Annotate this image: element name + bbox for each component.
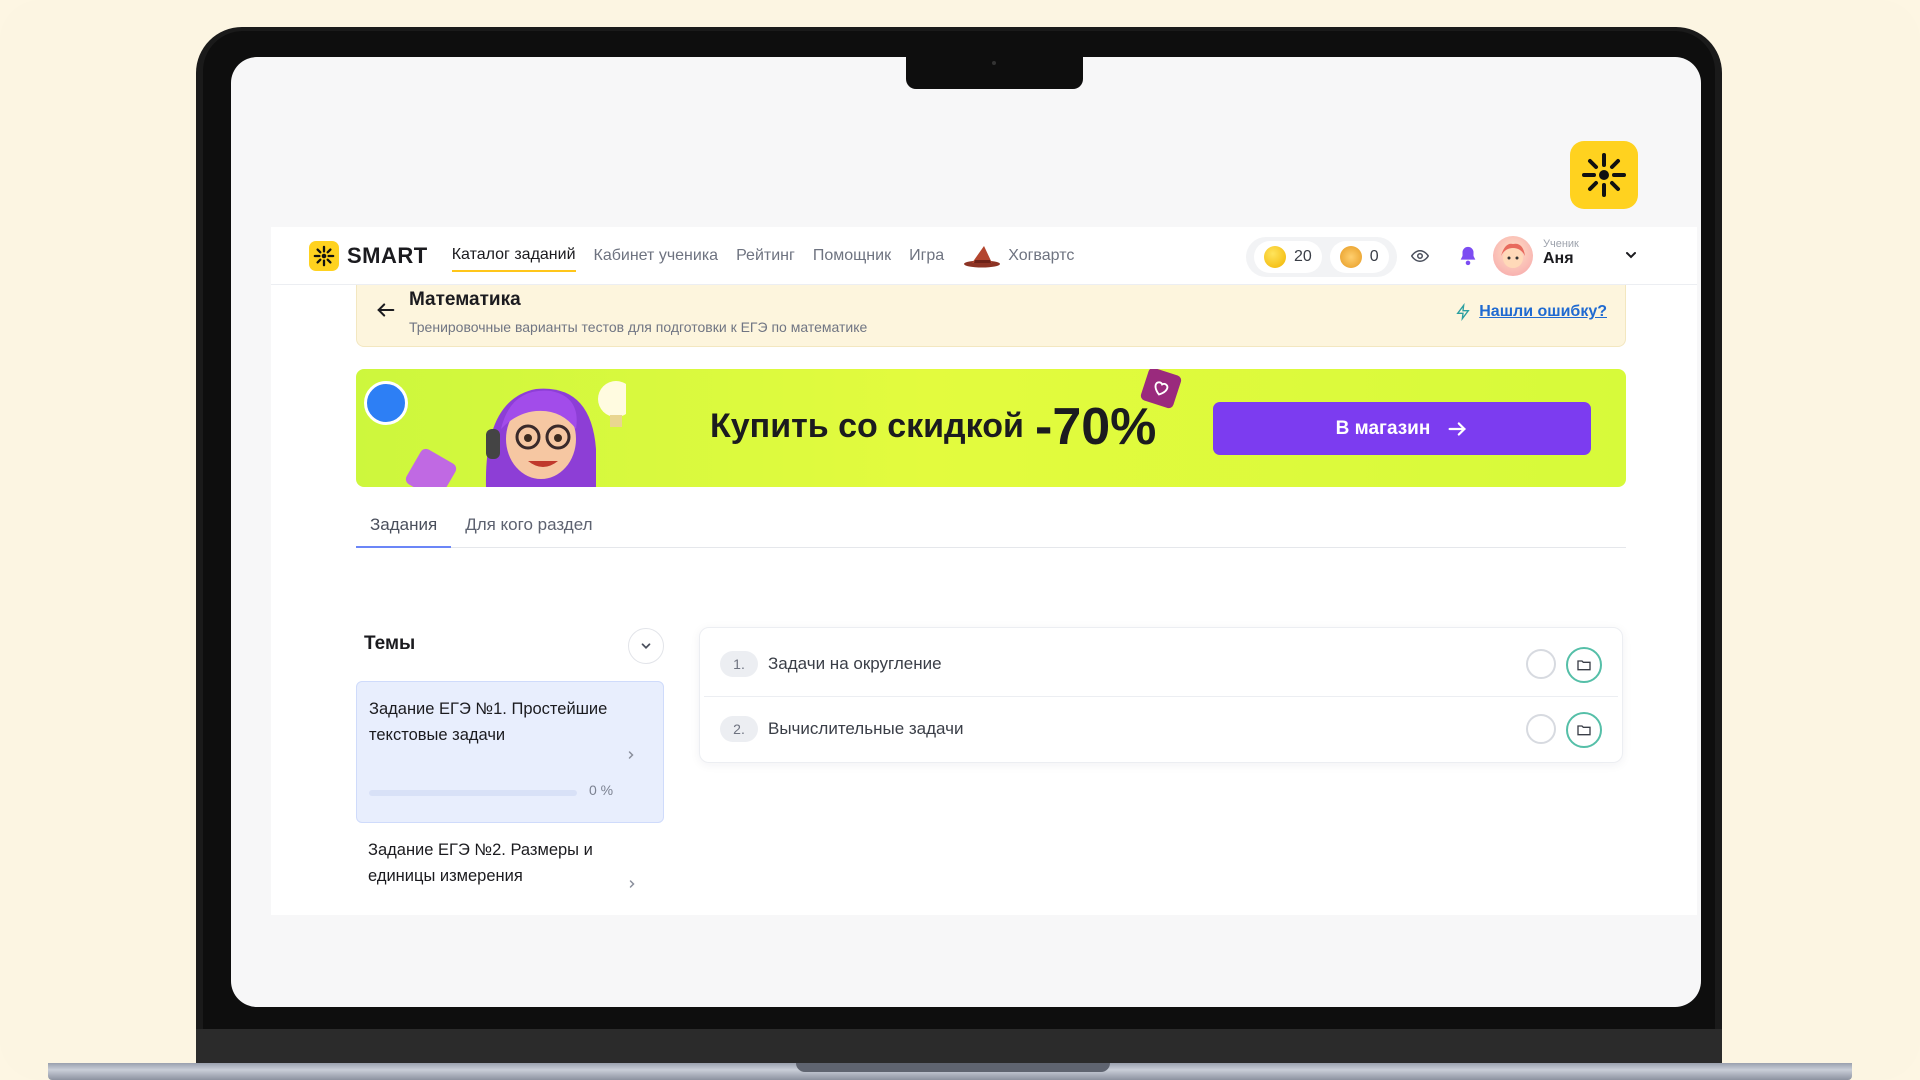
nav-item-catalog[interactable]: Каталог заданий <box>451 240 576 272</box>
camera <box>992 61 996 65</box>
sun-icon <box>1582 153 1626 197</box>
chevron-down-icon <box>1626 252 1636 259</box>
folder-icon <box>1577 725 1591 736</box>
topics-heading: Темы <box>364 633 416 654</box>
tasks-list: 1. Задачи на округление 2. Вычислительны… <box>699 627 1623 763</box>
coins-counter[interactable]: 20 <box>1254 241 1322 273</box>
task-number: 1. <box>720 651 758 677</box>
promo-banner[interactable]: Купить со скидкой -70% В магазин <box>356 369 1626 487</box>
task-row[interactable]: 1. Задачи на округление <box>704 632 1618 696</box>
task-folder-button[interactable] <box>1566 647 1602 683</box>
task-title: Вычислительные задачи <box>768 718 964 738</box>
back-button[interactable] <box>375 299 397 326</box>
nav-item-rating[interactable]: Рейтинг <box>736 241 795 271</box>
laptop-screen: SMART Каталог заданий Кабинет ученика Ре… <box>231 57 1701 1007</box>
lightning-icon <box>1456 303 1470 321</box>
mascot-girl-illustration <box>485 381 626 487</box>
coins-count: 20 <box>1294 248 1312 265</box>
currency-counters: 20 0 <box>1246 237 1397 277</box>
nav-item-game[interactable]: Игра <box>909 241 944 271</box>
banner-text: Купить со скидкой <box>710 407 1024 445</box>
subject-title: Математика <box>409 289 521 310</box>
section-tabs: Задания Для кого раздел <box>356 503 1626 548</box>
notifications-button[interactable] <box>1457 245 1479 267</box>
task-number: 2. <box>720 715 758 742</box>
avatar[interactable] <box>1493 236 1533 276</box>
page-background: SMART Каталог заданий Кабинет ученика Ре… <box>0 0 1920 1080</box>
coin-icon <box>1264 246 1286 268</box>
sticker-icon <box>364 381 408 425</box>
task-status-circle <box>1526 649 1556 679</box>
app-window: SMART Каталог заданий Кабинет ученика Ре… <box>271 227 1697 915</box>
bears-count: 0 <box>1369 248 1379 265</box>
tab-tasks[interactable]: Задания <box>356 503 452 548</box>
eye-icon <box>1411 249 1429 263</box>
user-info[interactable]: Ученик Аня <box>1543 238 1579 268</box>
nav-item-assistant[interactable]: Помощник <box>813 241 891 271</box>
topic-item[interactable]: Задание ЕГЭ №1. Простейшие текстовые зад… <box>356 681 664 823</box>
smart-logo-badge <box>1570 141 1638 209</box>
dice-icon <box>403 446 459 487</box>
eye-button[interactable] <box>1409 245 1431 267</box>
subject-description: Тренировочные варианты тестов для подгот… <box>409 319 868 335</box>
arrow-left-icon <box>377 303 395 317</box>
shop-button[interactable]: В магазин <box>1213 402 1591 455</box>
task-row[interactable]: 2. Вычислительные задачи <box>704 696 1618 760</box>
banner-discount: -70% <box>1035 398 1157 456</box>
nav-item-student-cabinet[interactable]: Кабинет ученика <box>594 241 719 271</box>
subject-header: Математика Тренировочные варианты тестов… <box>356 285 1626 347</box>
topic-title: Задание ЕГЭ №1. Простейшие текстовые зад… <box>369 700 608 744</box>
top-navbar: SMART Каталог заданий Кабинет ученика Ре… <box>271 227 1697 285</box>
topic-progress-label: 0 % <box>589 782 614 798</box>
arrow-right-icon <box>1448 421 1467 436</box>
folder-icon <box>1577 660 1591 671</box>
brand[interactable]: SMART <box>309 240 428 271</box>
report-error[interactable]: Нашли ошибку? <box>1455 303 1607 321</box>
topic-item[interactable]: Задание ЕГЭ №2. Размеры и единицы измере… <box>356 823 664 913</box>
chevron-down-icon <box>641 643 651 649</box>
bear-icon <box>1339 246 1362 268</box>
laptop-base-notch <box>796 1063 1110 1072</box>
report-error-link[interactable]: Нашли ошибку? <box>1479 303 1607 321</box>
laptop-frame: SMART Каталог заданий Кабинет ученика Ре… <box>196 27 1722 1080</box>
task-title: Задачи на округление <box>768 654 942 673</box>
nav-menu: Каталог заданий Кабинет ученика Рейтинг … <box>451 238 1074 274</box>
brand-name: SMART <box>347 242 428 268</box>
brand-logo-icon <box>309 240 339 271</box>
main-content: Математика Тренировочные варианты тестов… <box>271 285 1697 915</box>
avatar-face-icon <box>1501 243 1525 268</box>
topics-collapse-button[interactable] <box>628 628 664 664</box>
chevron-right-icon <box>626 877 638 895</box>
nav-item-hogwarts-label: Хогвартс <box>1008 246 1075 264</box>
screen-notch <box>906 57 1083 89</box>
task-status-circle <box>1526 714 1556 744</box>
user-menu-toggle[interactable] <box>1623 247 1639 268</box>
chevron-right-icon <box>625 748 637 766</box>
shop-button-label: В магазин <box>1335 417 1431 439</box>
wizard-hat-icon <box>964 245 1001 267</box>
tab-audience[interactable]: Для кого раздел <box>451 503 606 548</box>
task-folder-button[interactable] <box>1566 712 1602 748</box>
topic-title: Задание ЕГЭ №2. Размеры и единицы измере… <box>368 841 593 885</box>
bears-counter[interactable]: 0 <box>1329 241 1389 273</box>
nav-item-hogwarts[interactable]: Хогвартс <box>962 238 1074 274</box>
topic-progress-bar <box>369 790 577 796</box>
laptop-bezel: SMART Каталог заданий Кабинет ученика Ре… <box>203 31 1715 1080</box>
bell-icon <box>1460 246 1476 266</box>
user-role: Ученик <box>1543 238 1579 250</box>
user-name: Аня <box>1543 250 1574 267</box>
